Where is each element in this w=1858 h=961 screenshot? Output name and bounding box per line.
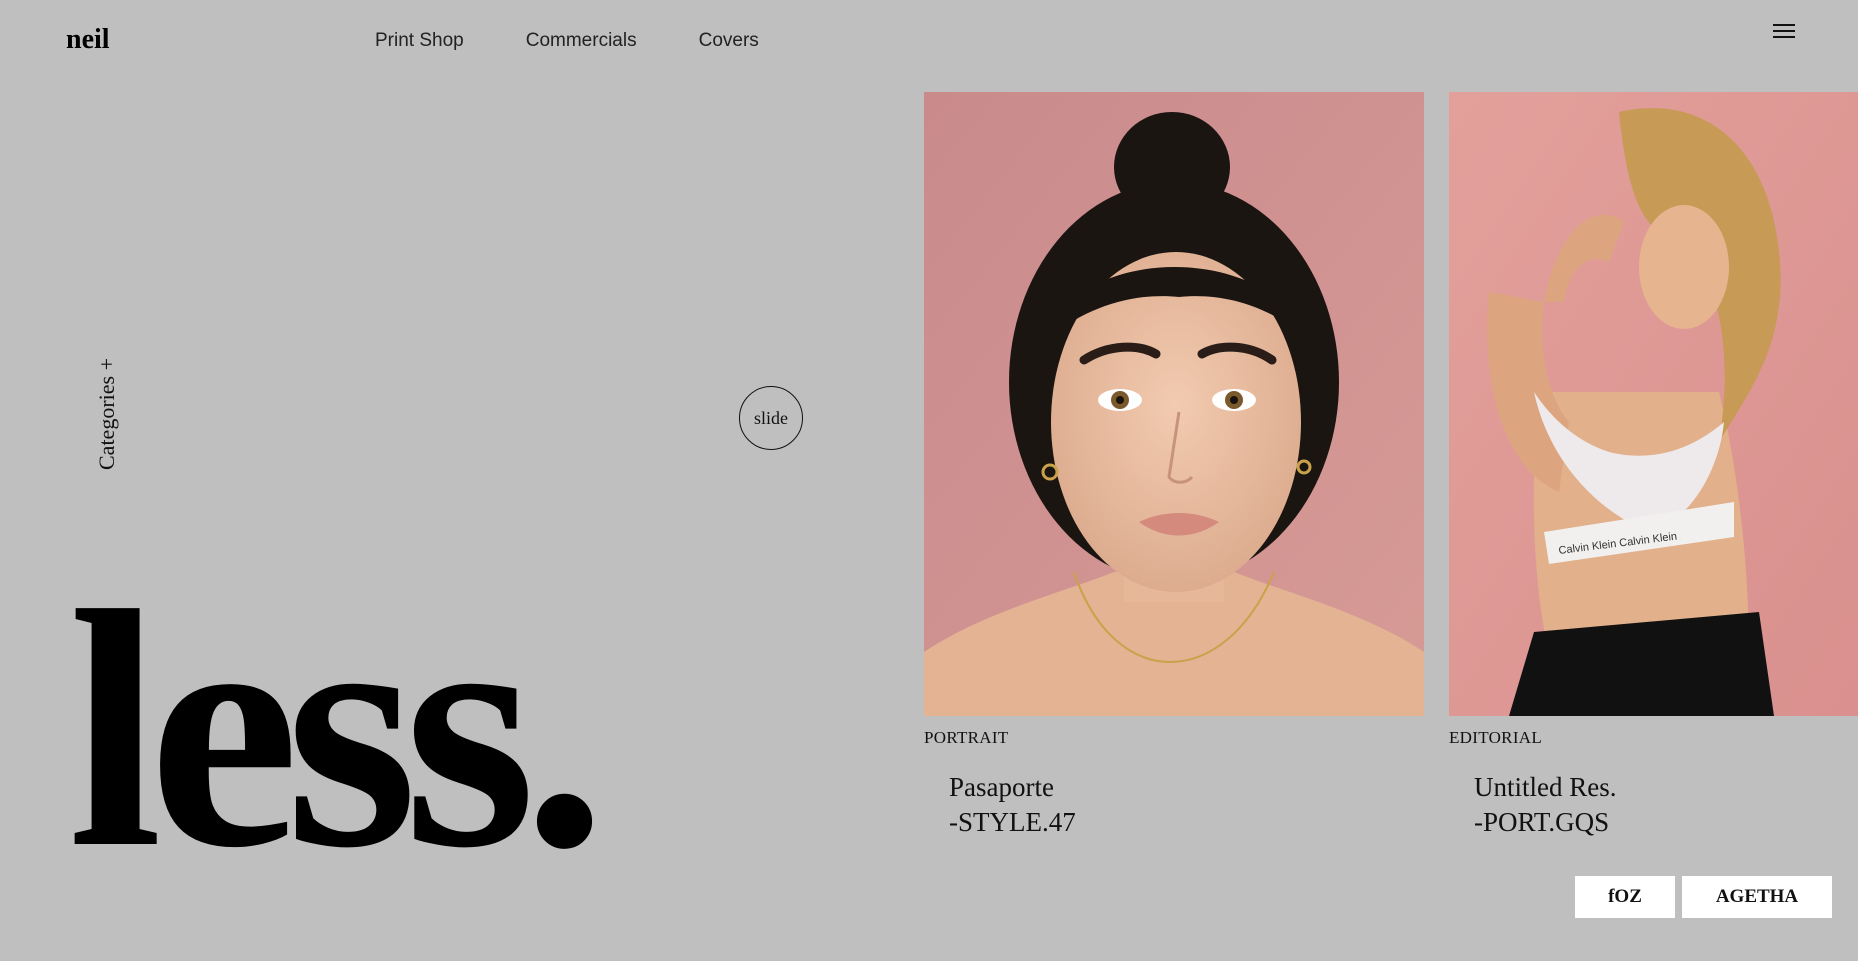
editorial-photo[interactable]: Calvin Klein Calvin Klein	[1449, 92, 1858, 716]
nav-item-covers[interactable]: Covers	[699, 30, 759, 52]
main-nav: Print Shop Commercials Covers	[375, 30, 821, 52]
nav-item-commercials[interactable]: Commercials	[526, 30, 637, 52]
card-title[interactable]: Pasaporte	[924, 770, 1424, 805]
tag-button-agetha[interactable]: AGETHA	[1682, 876, 1832, 918]
card-title[interactable]: Untitled Res.	[1449, 770, 1858, 805]
card-category: EDITORIAL	[1449, 728, 1543, 747]
categories-toggle[interactable]: Categories +	[94, 358, 120, 470]
card-code: -PORT.GQS	[1474, 807, 1610, 837]
portfolio-card-editorial[interactable]: Calvin Klein Calvin Klein EDITORIAL Unti…	[1449, 92, 1858, 840]
nav-item-print-shop[interactable]: Print Shop	[375, 30, 464, 52]
tag-button-foz[interactable]: fOZ	[1575, 876, 1675, 918]
portfolio-card-portrait[interactable]: PORTRAIT Pasaporte -STYLE.47	[924, 92, 1424, 840]
card-category: PORTRAIT	[924, 728, 1009, 747]
hero-headline: less.	[68, 541, 607, 918]
portrait-photo[interactable]	[924, 92, 1424, 716]
card-code: -STYLE.47	[949, 807, 1076, 837]
hamburger-menu-icon[interactable]	[1773, 24, 1795, 40]
slide-button[interactable]: slide	[739, 386, 803, 450]
site-logo[interactable]: neil	[66, 24, 110, 56]
